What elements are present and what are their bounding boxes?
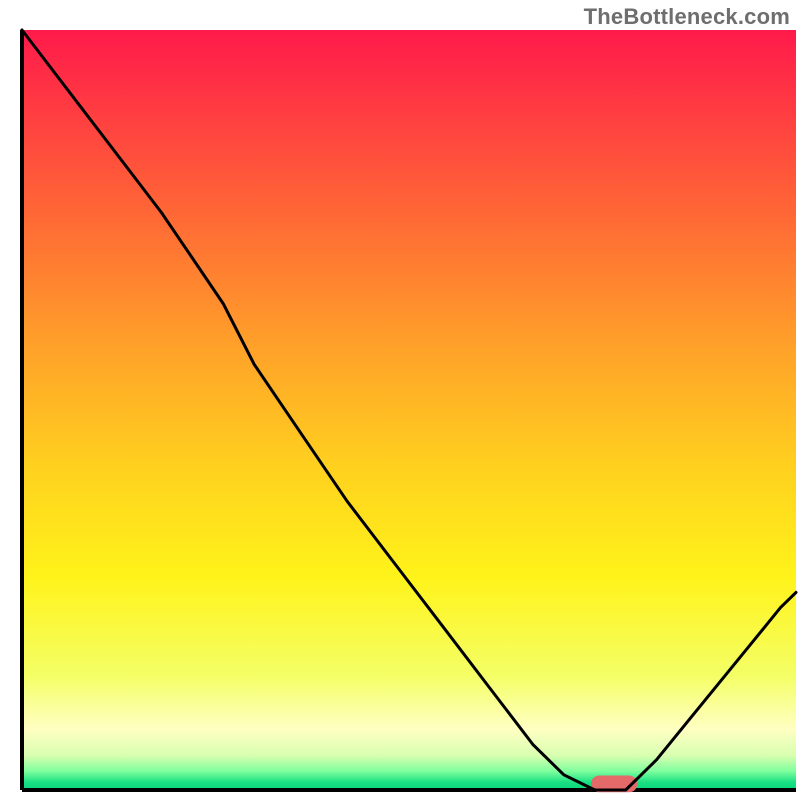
bottleneck-curve-chart: [0, 0, 800, 800]
watermark-text: TheBottleneck.com: [584, 4, 790, 30]
chart-container: TheBottleneck.com: [0, 0, 800, 800]
